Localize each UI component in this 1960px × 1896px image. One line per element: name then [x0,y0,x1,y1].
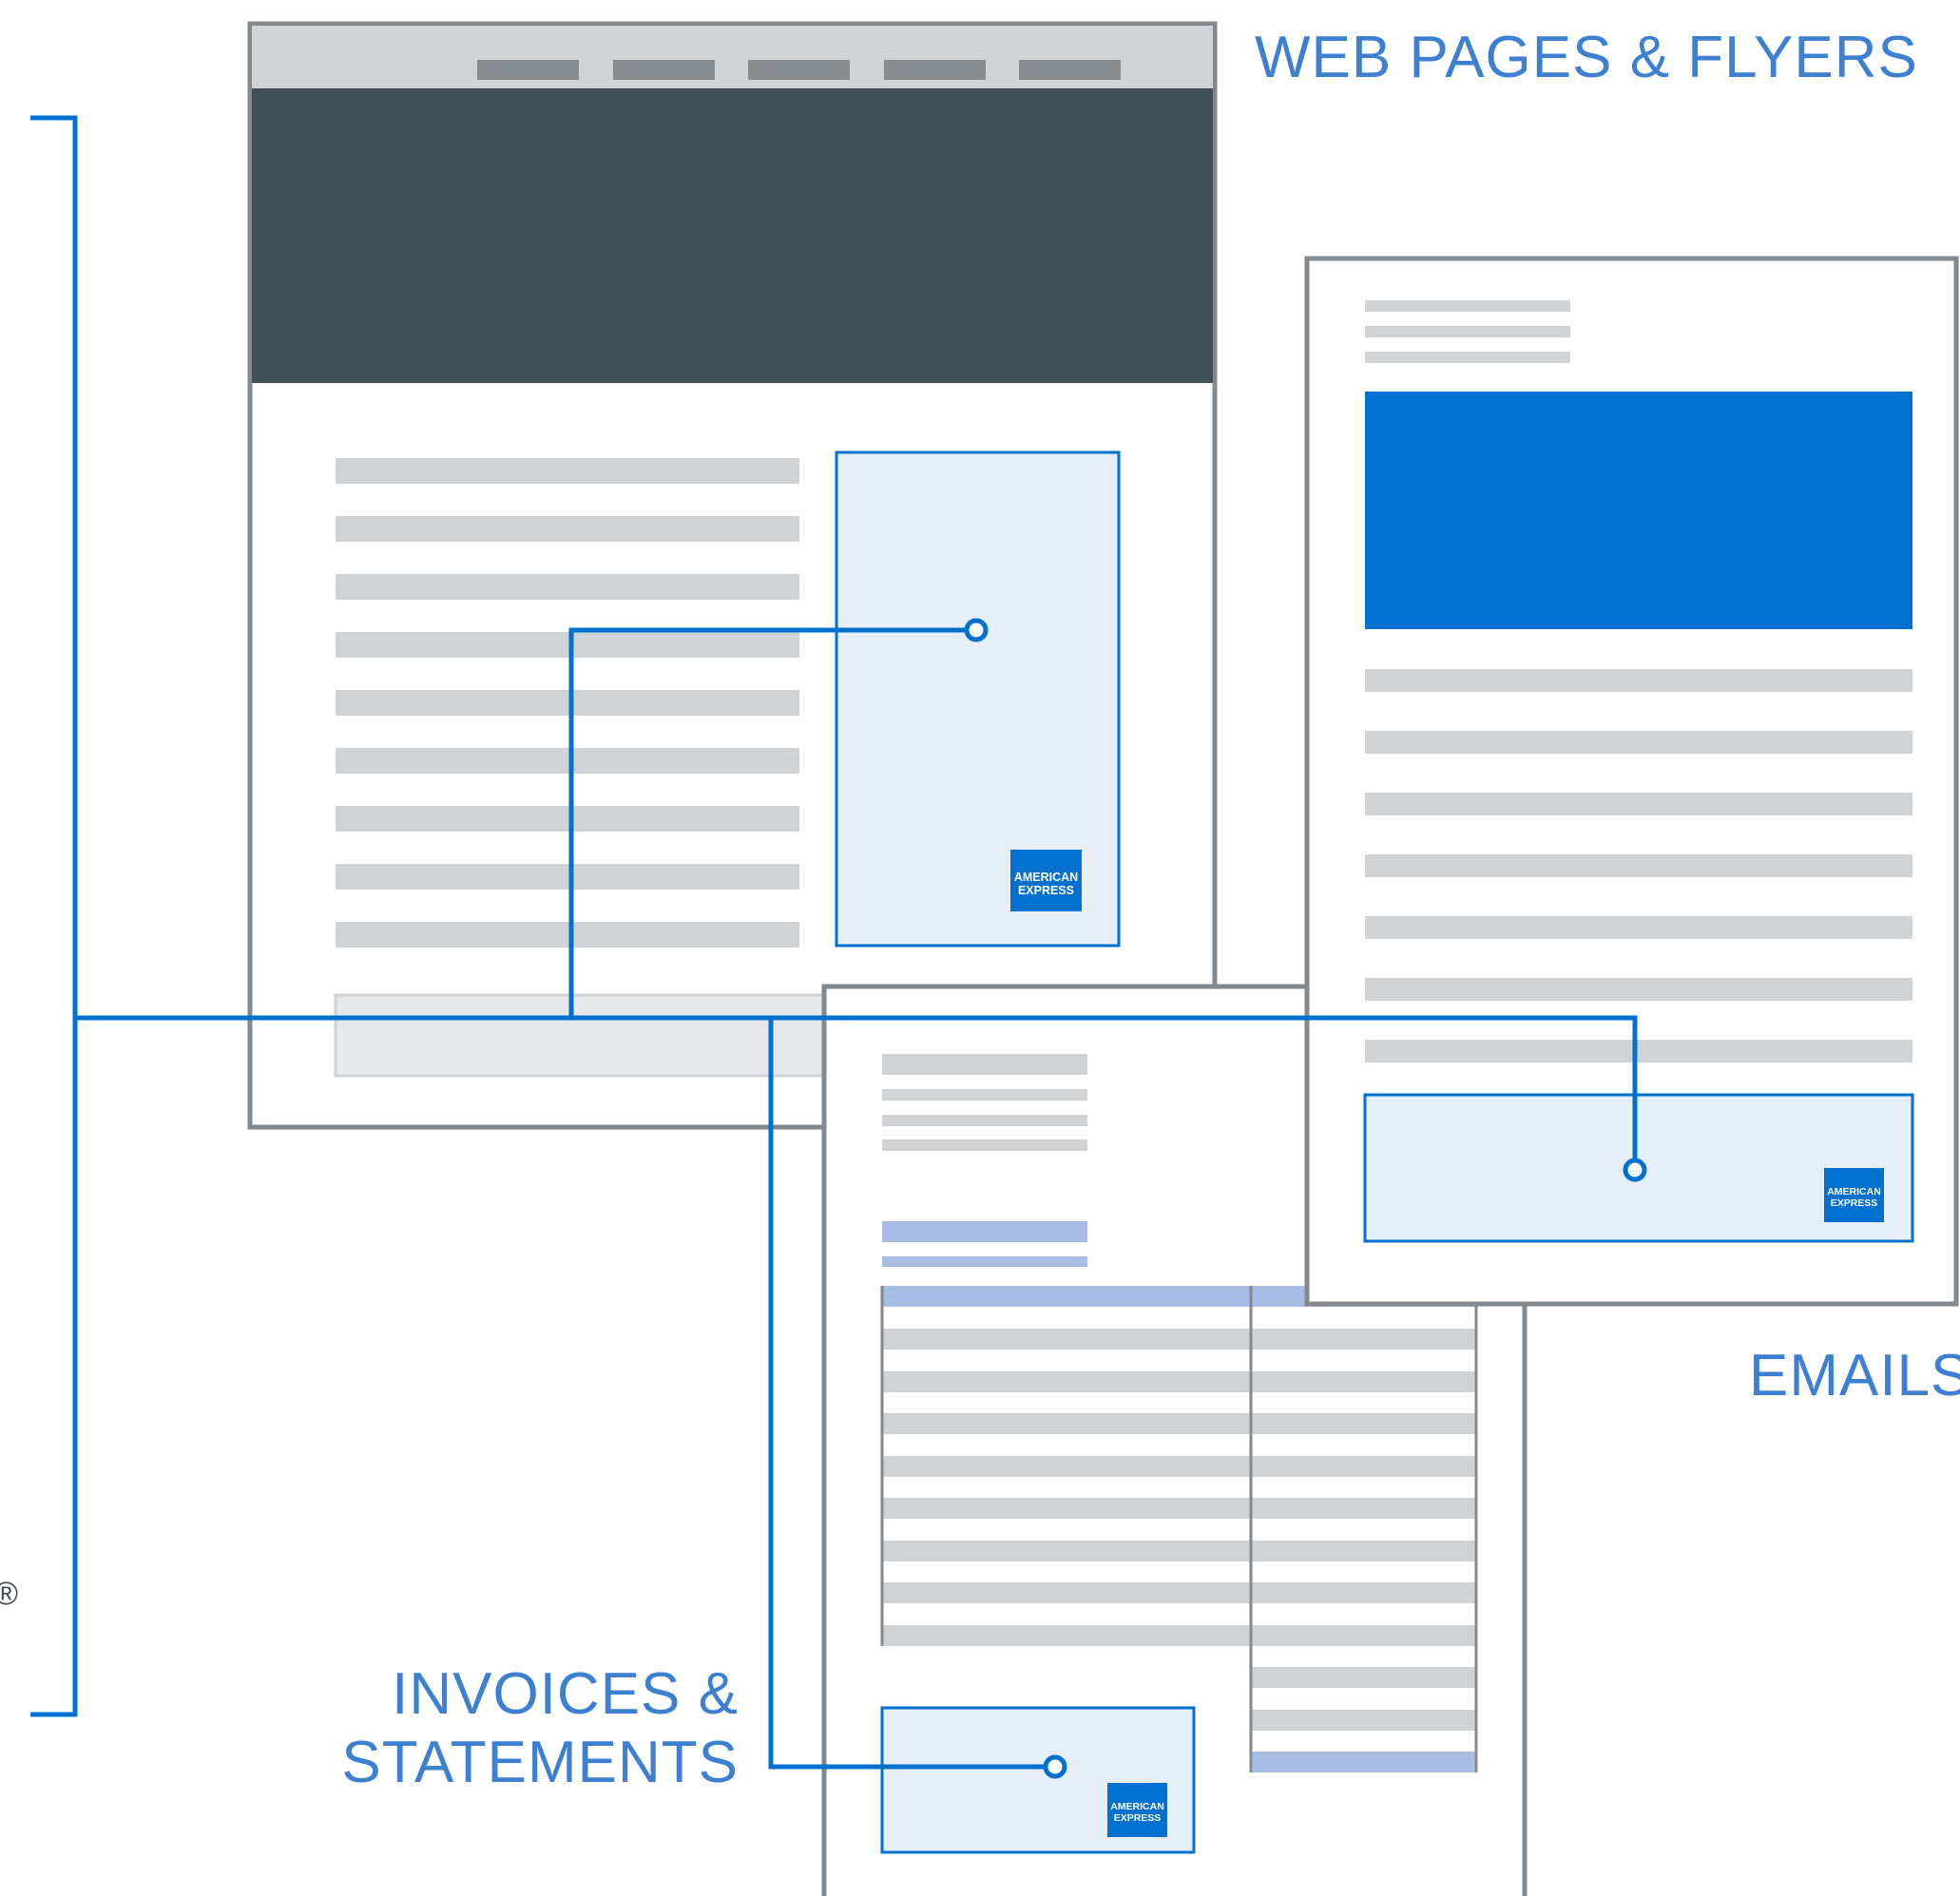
text-line [1365,793,1912,815]
text-line [1365,978,1912,1001]
text-line [882,1054,1087,1075]
invoice-section-title [882,1221,1087,1242]
text-line [1365,300,1570,312]
footer-block [334,993,832,1078]
invoices-label-line2: STATEMENTS [341,1730,739,1795]
text-line [336,458,799,484]
amex-logo-line2: EXPRESS [1831,1197,1878,1209]
amex-logo: AMERICAN EXPRESS [1824,1168,1884,1222]
text-line [1365,1040,1912,1063]
left-bracket [30,115,78,1717]
text-line [1365,326,1570,337]
text-line [882,1140,1087,1151]
text-line [336,690,799,716]
text-line [1365,731,1912,754]
amex-logo-line1: AMERICAN [1110,1801,1164,1812]
text-line [336,748,799,774]
amex-logo: AMERICAN EXPRESS [1107,1783,1167,1837]
email-mockup: AMERICAN EXPRESS [1304,256,1959,1307]
nav-item [748,60,850,80]
table-row [882,1498,1476,1519]
invoice-connector-dot [1043,1754,1067,1779]
table-row [882,1456,1476,1477]
text-lines [336,458,799,948]
diagram-canvas: AMERICAN EXPRESS AMERICAN EXPRESS AMERIC… [30,21,1959,1896]
amex-logo-line1: AMERICAN [1827,1186,1881,1197]
email-hero-banner [1365,392,1912,629]
web-pages-flyers-label: WEB PAGES & FLYERS [1255,25,1918,90]
text-line [1365,854,1912,877]
amex-logo-line2: EXPRESS [1114,1812,1162,1824]
email-connector-dot [1623,1158,1647,1182]
nav-items [477,60,1121,80]
text-line [882,1089,1087,1101]
amex-logo-line2: EXPRESS [1018,884,1074,897]
table-row [1251,1667,1476,1688]
amex-logo: AMERICAN EXPRESS [1010,850,1082,911]
text-line [336,806,799,832]
amex-logo-line1: AMERICAN [1014,871,1078,884]
nav-item [884,60,986,80]
web-page-mockup: AMERICAN EXPRESS [247,21,1218,1130]
hero-banner [252,88,1213,383]
text-line [1365,669,1912,692]
text-line [336,516,799,542]
table-row [882,1541,1476,1561]
table-row [1251,1710,1476,1731]
email-header-lines [1365,300,1570,363]
text-line [336,922,799,948]
nav-item [1019,60,1121,80]
table-row [882,1329,1476,1350]
text-line [882,1115,1087,1126]
nav-item [613,60,715,80]
table-row [882,1413,1476,1434]
web-connector-dot [964,618,989,642]
emails-label: EMAILS [1749,1343,1960,1408]
nav-item [477,60,579,80]
text-line [1365,352,1570,363]
text-line [336,864,799,890]
text-line [1365,916,1912,939]
text-line [336,632,799,658]
table-row [882,1371,1476,1392]
table-total-row [1251,1752,1476,1772]
invoices-label-line1: INVOICES & [392,1661,739,1727]
registered-mark: ® [0,1576,20,1612]
table-row [882,1625,1476,1646]
table-row [882,1582,1476,1603]
invoice-section-subtitle [882,1256,1087,1267]
text-line [336,574,799,600]
